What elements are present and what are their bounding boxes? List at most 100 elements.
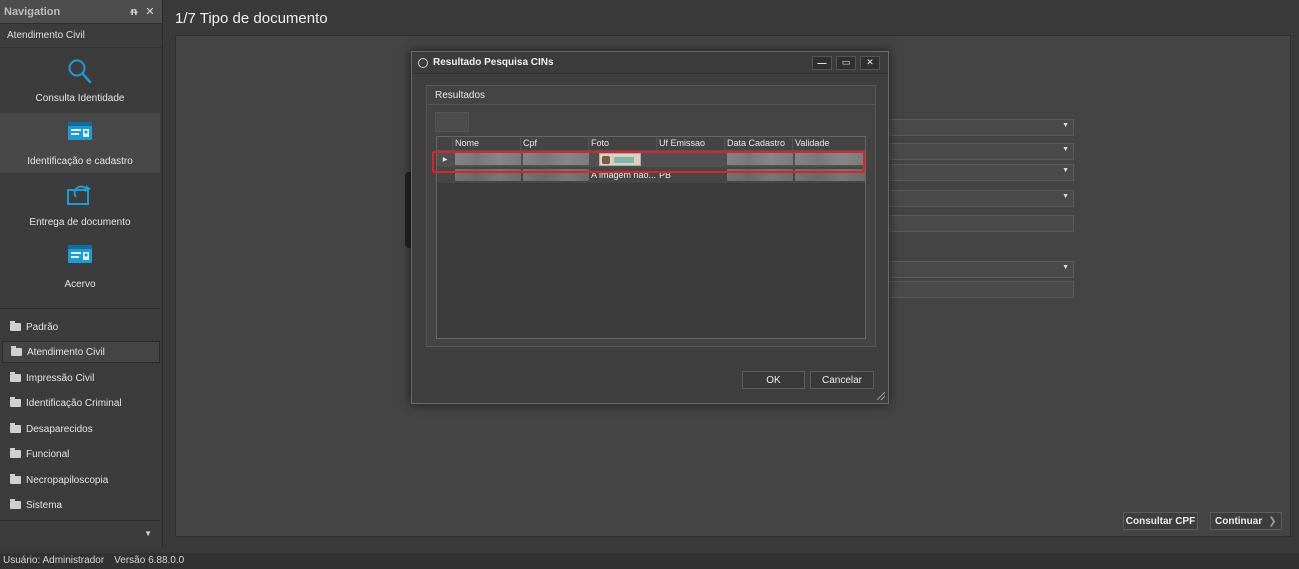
resize-grip-icon[interactable] bbox=[877, 392, 885, 400]
text-field[interactable] bbox=[888, 281, 1074, 298]
select-field[interactable]: ▼ bbox=[888, 143, 1074, 160]
cell-foto[interactable]: A imagem não... bbox=[589, 167, 657, 183]
column-header-validade[interactable]: Validade bbox=[793, 137, 865, 150]
dropdown-arrow-icon: ▼ bbox=[1062, 146, 1069, 153]
cell-uf-emissao[interactable] bbox=[657, 151, 725, 167]
redacted-value bbox=[795, 153, 865, 165]
nav-item-padrao[interactable]: Padrão bbox=[2, 316, 160, 338]
table-row[interactable]: A imagem não... PB bbox=[437, 167, 865, 183]
folder-icon bbox=[10, 321, 21, 331]
select-field[interactable]: ▼ bbox=[888, 261, 1074, 278]
folder-icon bbox=[10, 397, 21, 407]
navigation-header: Navigation ᵰ ✕ bbox=[0, 0, 162, 24]
cell-foto[interactable] bbox=[589, 151, 657, 167]
document-type-select[interactable]: ▼ bbox=[888, 119, 1074, 136]
folder-icon bbox=[10, 423, 21, 433]
column-header-uf-emissao[interactable]: Uf Emissao bbox=[657, 137, 725, 150]
toolbar-button[interactable] bbox=[435, 112, 469, 132]
nav-divider bbox=[0, 308, 160, 309]
consultar-cpf-button[interactable]: Consultar CPF bbox=[1123, 512, 1198, 530]
cell-cpf[interactable] bbox=[521, 167, 589, 183]
nav-item-impressao-civil[interactable]: Impressão Civil bbox=[2, 367, 160, 389]
photo-thumbnail bbox=[599, 152, 641, 166]
nav-item-identificacao-criminal[interactable]: Identificação Criminal bbox=[2, 392, 160, 414]
nav-item-label: Necropapiloscopia bbox=[26, 474, 109, 486]
select-field[interactable]: ▼ bbox=[888, 190, 1074, 207]
status-bar: Usuário: Administrador Versão 6.88.0.0 bbox=[0, 553, 1299, 569]
row-indicator-header bbox=[437, 137, 453, 150]
navigation-panel: Navigation ᵰ ✕ Atendimento Civil Consult… bbox=[0, 0, 163, 548]
cell-validade[interactable] bbox=[793, 151, 865, 167]
row-indicator-icon bbox=[437, 167, 453, 183]
maximize-button[interactable]: ▭ bbox=[836, 55, 856, 70]
cell-nome[interactable] bbox=[453, 167, 521, 183]
table-row[interactable]: ▶ bbox=[437, 151, 865, 167]
archive-card-icon bbox=[67, 244, 93, 267]
folder-icon bbox=[10, 448, 21, 458]
nav-item-label: Atendimento Civil bbox=[27, 346, 105, 358]
column-header-foto[interactable]: Foto bbox=[589, 137, 657, 150]
column-header-nome[interactable]: Nome bbox=[453, 137, 521, 150]
tile-acervo[interactable]: Acervo bbox=[0, 236, 160, 296]
cell-data-cadastro[interactable] bbox=[725, 167, 793, 183]
cell-uf-emissao[interactable]: PB bbox=[657, 167, 725, 183]
folder-icon bbox=[11, 346, 22, 356]
pin-icon[interactable]: ᵰ bbox=[126, 6, 142, 18]
nav-item-label: Funcional bbox=[26, 448, 70, 460]
results-group: Resultados Nome Cpf Foto Uf Emissao Data… bbox=[426, 85, 876, 347]
continue-label: Continuar bbox=[1215, 515, 1263, 527]
folder-icon bbox=[10, 499, 21, 509]
redacted-value bbox=[727, 169, 793, 181]
nav-item-necropapiloscopia[interactable]: Necropapiloscopia bbox=[2, 469, 160, 491]
redacted-value bbox=[523, 169, 589, 181]
status-user: Usuário: Administrador bbox=[3, 555, 105, 566]
dialog-titlebar: Resultado Pesquisa CINs — ▭ ✕ bbox=[412, 52, 888, 74]
column-header-cpf[interactable]: Cpf bbox=[521, 137, 589, 150]
folder-icon bbox=[10, 372, 21, 382]
dropdown-arrow-icon: ▼ bbox=[1062, 122, 1069, 129]
dialog-title: Resultado Pesquisa CINs bbox=[433, 57, 554, 68]
nav-item-label: Impressão Civil bbox=[26, 372, 95, 384]
page-title: 1/7 Tipo de documento bbox=[175, 10, 328, 27]
redacted-value bbox=[523, 153, 589, 165]
text-field[interactable] bbox=[888, 215, 1074, 232]
group-divider bbox=[427, 104, 875, 105]
tile-label: Consulta Identidade bbox=[35, 93, 125, 104]
ok-button[interactable]: OK bbox=[742, 371, 805, 389]
cancel-button[interactable]: Cancelar bbox=[810, 371, 874, 389]
grid-header: Nome Cpf Foto Uf Emissao Data Cadastro V… bbox=[437, 137, 865, 151]
tile-consulta-identidade[interactable]: Consulta Identidade bbox=[0, 50, 160, 110]
folder-icon bbox=[10, 474, 21, 484]
continue-button[interactable]: Continuar ❯ bbox=[1210, 512, 1282, 530]
id-card-icon bbox=[67, 121, 93, 144]
cell-validade[interactable] bbox=[793, 167, 865, 183]
cell-data-cadastro[interactable] bbox=[725, 151, 793, 167]
results-grid: Nome Cpf Foto Uf Emissao Data Cadastro V… bbox=[436, 136, 866, 339]
close-icon[interactable]: ✕ bbox=[142, 5, 158, 18]
minimize-button[interactable]: — bbox=[812, 55, 832, 70]
dropdown-arrow-icon: ▼ bbox=[1062, 167, 1069, 174]
redacted-value bbox=[455, 169, 521, 181]
status-version: Versão 6.88.0.0 bbox=[114, 555, 185, 566]
close-button[interactable]: ✕ bbox=[860, 55, 880, 70]
cell-nome[interactable] bbox=[453, 151, 521, 167]
nav-item-label: Padrão bbox=[26, 321, 59, 333]
group-label: Resultados bbox=[435, 90, 486, 101]
select-field[interactable]: ▼ bbox=[888, 164, 1074, 181]
nav-item-sistema[interactable]: Sistema bbox=[2, 494, 160, 516]
navigation-title: Navigation bbox=[4, 5, 61, 18]
column-header-data-cadastro[interactable]: Data Cadastro bbox=[725, 137, 793, 150]
search-results-dialog: Resultado Pesquisa CINs — ▭ ✕ Resultados… bbox=[411, 51, 889, 404]
nav-item-funcional[interactable]: Funcional bbox=[2, 443, 160, 465]
dropdown-arrow-icon: ▼ bbox=[1062, 193, 1069, 200]
nav-footer: ▼ bbox=[0, 520, 160, 546]
tile-entrega-documento[interactable]: Entrega de documento bbox=[0, 174, 160, 234]
app-logo-icon bbox=[418, 57, 428, 68]
tile-identificacao-cadastro[interactable]: Identificação e cadastro bbox=[0, 113, 160, 173]
chevron-down-icon[interactable]: ▼ bbox=[144, 529, 152, 538]
nav-item-desaparecidos[interactable]: Desaparecidos bbox=[2, 418, 160, 440]
nav-item-atendimento-civil[interactable]: Atendimento Civil bbox=[2, 341, 160, 363]
tile-label: Identificação e cadastro bbox=[27, 156, 133, 167]
tile-label: Entrega de documento bbox=[29, 217, 131, 228]
cell-cpf[interactable] bbox=[521, 151, 589, 167]
